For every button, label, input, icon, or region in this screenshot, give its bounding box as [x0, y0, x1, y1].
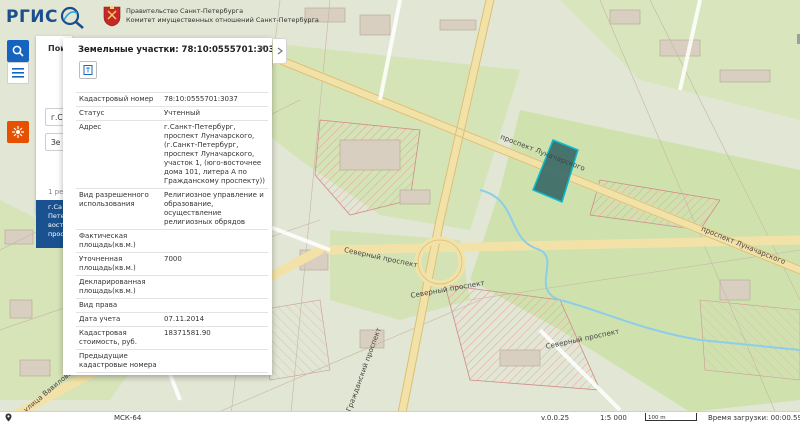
attribute-value	[164, 275, 268, 299]
attribute-row: Кадастровый № до 27.08.2012	[76, 372, 268, 375]
attribute-value: 07.11.2014	[164, 312, 268, 327]
attribute-key: Дата учета	[76, 312, 164, 327]
attribute-row: Предыдущие кадастровые номера	[76, 349, 268, 373]
location-pin-icon[interactable]	[5, 413, 12, 422]
attribute-value: Учтенный	[164, 106, 268, 121]
version-label: v.0.0.25	[541, 414, 570, 422]
attribute-value	[164, 349, 268, 373]
attribute-row: Кадастровая стоимость, руб. 18371581.90	[76, 326, 268, 350]
attribute-value: Религиозное управление и образование, ос…	[164, 188, 268, 230]
expand-panel-button[interactable]	[273, 38, 287, 64]
layers-icon	[12, 126, 24, 138]
attribute-key: Адрес	[76, 120, 164, 189]
logo-globe-icon	[60, 6, 84, 29]
scale-label[interactable]: 1:5 000	[600, 414, 627, 422]
attribute-row: Дата учета 07.11.2014	[76, 312, 268, 327]
parcel-info-popup: Земельные участки: 78:10:0555701:3037 × …	[63, 38, 272, 375]
attribute-key: Уточненная площадь(кв.м.)	[76, 252, 164, 276]
crs-label[interactable]: МСК-64	[114, 414, 141, 422]
attribute-value	[164, 229, 268, 253]
attribute-key: Предыдущие кадастровые номера	[76, 349, 164, 373]
attribute-value	[164, 298, 268, 313]
attribute-row: Вид права	[76, 298, 268, 313]
attribute-key: Вид права	[76, 298, 164, 313]
gov-line-1: Правительство Санкт-Петербурга	[126, 7, 244, 15]
attribute-value: 18371581.90	[164, 326, 268, 350]
results-count: 1 ре	[48, 188, 64, 196]
logo-text: РГИС	[6, 7, 58, 27]
scalebar: 100 m	[645, 413, 697, 421]
attribute-row: Адрес г.Санкт-Петербург, проспект Луначар…	[76, 120, 268, 189]
popup-title: Земельные участки: 78:10:0555701:3037	[78, 45, 272, 55]
attribute-row: Фактическая площадь(кв.м.)	[76, 229, 268, 253]
hamburger-menu-icon	[12, 68, 24, 78]
layers-button[interactable]	[7, 121, 29, 143]
attribute-row: Кадастровый номер 78:10:0555701:3037	[76, 92, 268, 107]
load-time-label: Время загрузки: 00:00.59	[708, 414, 800, 422]
attribute-key: Статус	[76, 106, 164, 121]
attribute-key: Кадастровый № до 27.08.2012	[76, 372, 164, 375]
document-icon	[83, 65, 93, 75]
search-button[interactable]	[7, 40, 29, 62]
chevron-right-icon	[277, 47, 283, 55]
attribute-row: Уточненная площадь(кв.м.) 7000	[76, 252, 268, 276]
attribute-key: Фактическая площадь(кв.м.)	[76, 229, 164, 253]
attribute-value: 7000	[164, 252, 268, 276]
attribute-key: Вид разрешенного использования	[76, 188, 164, 230]
attribute-value	[164, 372, 268, 375]
spb-emblem-icon	[103, 6, 121, 27]
close-button[interactable]: ×	[258, 44, 266, 54]
attribute-value: г.Санкт-Петербург, проспект Луначарского…	[164, 120, 268, 189]
rgis-logo[interactable]: РГИС	[6, 4, 85, 30]
attribute-row: Вид разрешенного использования Религиозно…	[76, 188, 268, 230]
attribute-value: 78:10:0555701:3037	[164, 92, 268, 107]
attributes-table: Кадастровый номер 78:10:0555701:3037 Стату…	[76, 92, 268, 375]
document-button[interactable]	[79, 61, 97, 79]
scalebar-label: 100 m	[648, 415, 666, 421]
search-icon	[12, 45, 24, 57]
attribute-key: Кадастровая стоимость, руб.	[76, 326, 164, 350]
menu-button[interactable]	[7, 62, 29, 84]
status-bar: МСК-64 v.0.0.25 1:5 000 100 m Время загр…	[0, 411, 800, 423]
attribute-key: Декларированная площадь(кв.м.)	[76, 275, 164, 299]
attribute-row: Декларированная площадь(кв.м.)	[76, 275, 268, 299]
gov-line-2: Комитет имущественных отношений Санкт-Пе…	[126, 16, 319, 24]
attribute-key: Кадастровый номер	[76, 92, 164, 107]
government-header: Правительство Санкт-Петербурга Комитет и…	[102, 5, 319, 27]
attribute-row: Статус Учтенный	[76, 106, 268, 121]
